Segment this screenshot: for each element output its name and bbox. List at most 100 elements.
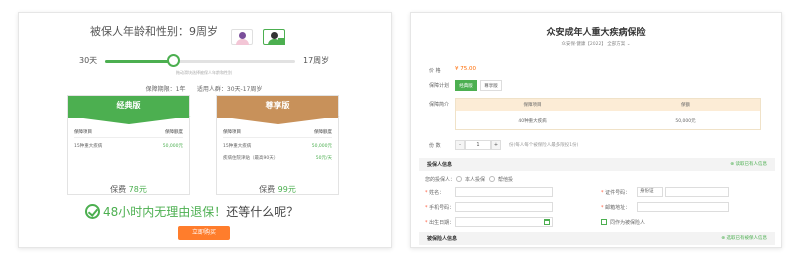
divider [74, 137, 183, 138]
insured-section-header: 被保险人信息 ⊕ 选取已有被保人信息 [419, 232, 775, 245]
age-slider-track[interactable] [105, 60, 295, 63]
plan-row: 疾病住院津贴（最高90天） 50元/天 [223, 155, 332, 161]
age-slider-thumb[interactable] [166, 54, 180, 67]
table-cell: 40种重大疾病 [518, 119, 547, 124]
plan-name: 经典版 [68, 96, 191, 124]
product-subtitle[interactable]: 众安保·健康【2022】 全部方案 ⌄ [411, 41, 781, 47]
radio-other-label: 帮他投 [498, 177, 514, 183]
quantity-plus-button[interactable]: + [491, 140, 501, 150]
plan-card-classic[interactable]: 经典版 保障项目 保障额度 15种重大疾病 50,000元 保费 78元 [67, 95, 191, 195]
plan-row: 15种重大疾病 50,000元 [74, 143, 183, 149]
row-item: 15种重大疾病 [223, 144, 252, 149]
chevron-down-icon: ⌄ [626, 42, 631, 47]
price-label: 价 格 [429, 68, 441, 74]
label-text: 证件号码： [605, 190, 631, 196]
premium-value: 99元 [277, 185, 296, 194]
row-item: 15种重大疾病 [74, 144, 103, 149]
email-input[interactable] [637, 202, 729, 212]
female-body-icon [236, 39, 249, 45]
same-as-insured-checkbox[interactable] [601, 219, 607, 225]
col-item: 保障项目 [223, 130, 241, 135]
divider [223, 137, 332, 138]
phone-label: * 手机号码： [425, 204, 454, 211]
load-existing-link[interactable]: ⊕ 读取已有人信息 [730, 161, 767, 167]
age-slider-fill [105, 60, 174, 63]
link-text: 选取已有被保人信息 [726, 236, 768, 241]
plan-label: 保障计划 [429, 83, 450, 89]
plan-tab-classic[interactable]: 经典版 [455, 80, 477, 91]
label-text: 姓名： [429, 190, 445, 196]
quantity-hint: 份(每人每个被保险人最多限投1份) [509, 143, 579, 148]
premium-value: 78元 [128, 185, 147, 194]
intro-label: 保障简介 [429, 102, 450, 108]
price-value: ¥ 75.00 [455, 66, 476, 72]
radio-self-label: 本人投保 [465, 177, 486, 183]
birth-date-input[interactable] [455, 217, 553, 227]
buy-now-button[interactable]: 立即购买 [178, 226, 230, 240]
label-text: 邮箱地址： [605, 205, 631, 211]
row-amount: 50,000元 [311, 144, 332, 149]
name-input[interactable] [455, 187, 553, 197]
selected-check-icon [278, 38, 285, 45]
plan-columns: 保障项目 保障额度 [74, 129, 183, 135]
premium-label: 保费 [110, 185, 127, 194]
calendar-icon[interactable] [544, 219, 550, 225]
plus-icon: ⊕ [721, 236, 726, 241]
table-header-amount: 保额 [681, 103, 690, 108]
link-text: 读取已有人信息 [735, 162, 768, 167]
radio-other[interactable] [489, 176, 495, 182]
policyholder-section-header: 投保人信息 ⊕ 读取已有人信息 [419, 158, 775, 171]
promo-highlight: 48小时内无理由退保！ [103, 205, 227, 219]
row-amount: 50,000元 [162, 144, 183, 149]
name-label: * 姓名： [425, 189, 444, 196]
table-header-item: 保障项目 [523, 103, 542, 108]
row-item: 疾病住院津贴（最高90天） [223, 156, 279, 161]
label-text: 出生日期： [429, 220, 455, 226]
female-toggle[interactable] [231, 29, 253, 45]
col-amount: 保障额度 [165, 130, 183, 135]
product-title: 众安成年人重大疾病保险 [546, 28, 646, 38]
subtitle-text: 众安保·健康【2022】 全部方案 [561, 42, 626, 47]
id-type-select[interactable]: 身份证 [637, 187, 663, 197]
slider-max-label: 17周岁 [303, 56, 330, 65]
purchase-form-panel: 众安成年人重大疾病保险 众安保·健康【2022】 全部方案 ⌄ 价 格 ¥ 75… [410, 12, 782, 248]
quantity-minus-button[interactable]: - [455, 140, 465, 150]
section-title: 投保人信息 [427, 162, 453, 168]
birth-label: * 出生日期： [425, 219, 454, 226]
section-title: 被保险人信息 [427, 236, 458, 242]
id-label: * 证件号码： [601, 189, 630, 196]
premium: 保费 99元 [217, 184, 338, 195]
period-info: 保障期限：1年 适用人群：30天-17周岁 [145, 86, 263, 93]
label-text: 手机号码： [429, 205, 455, 211]
age-selection-panel: 被保人年龄和性别：9周岁 30天 17周岁 拖动滑块选择被保人年龄和性别 保障期… [18, 12, 392, 248]
premium: 保费 78元 [68, 184, 189, 195]
premium-label: 保费 [259, 185, 276, 194]
plus-icon: ⊕ [730, 162, 735, 167]
id-number-input[interactable] [665, 187, 729, 197]
email-label: * 邮箱地址： [601, 204, 630, 211]
refund-promo: 48小时内无理由退保！还等什么呢？ [103, 203, 298, 220]
slider-hint: 拖动滑块选择被保人年龄和性别 [176, 70, 232, 75]
male-toggle[interactable] [263, 29, 285, 45]
quantity-label: 份 数 [429, 143, 441, 149]
row-amount: 50元/天 [315, 156, 332, 161]
slider-min-label: 30天 [79, 56, 98, 65]
relation-label: 您的投保人： [425, 177, 456, 183]
plan-card-premium[interactable]: 尊享版 保障项目 保障额度 15种重大疾病 50,000元 疾病住院津贴（最高9… [216, 95, 340, 195]
quantity-input[interactable]: 1 [465, 140, 491, 150]
plan-name: 尊享版 [217, 96, 340, 124]
select-insured-link[interactable]: ⊕ 选取已有被保人信息 [721, 235, 767, 241]
check-circle-icon [85, 204, 100, 219]
phone-input[interactable] [455, 202, 553, 212]
col-amount: 保障额度 [314, 130, 332, 135]
promo-rest: 还等什么呢？ [226, 205, 299, 219]
radio-self[interactable] [456, 176, 462, 182]
plan-row: 15种重大疾病 50,000元 [223, 143, 332, 149]
same-as-insured-label: 同作为被保险人 [610, 220, 646, 226]
plan-tab-premium[interactable]: 尊享版 [480, 80, 502, 91]
plan-columns: 保障项目 保障额度 [223, 129, 332, 135]
table-cell: 50,000元 [675, 119, 696, 124]
col-item: 保障项目 [74, 130, 92, 135]
coverage-table: 保障项目 保额 40种重大疾病 50,000元 [455, 98, 761, 130]
male-icon [271, 32, 278, 39]
